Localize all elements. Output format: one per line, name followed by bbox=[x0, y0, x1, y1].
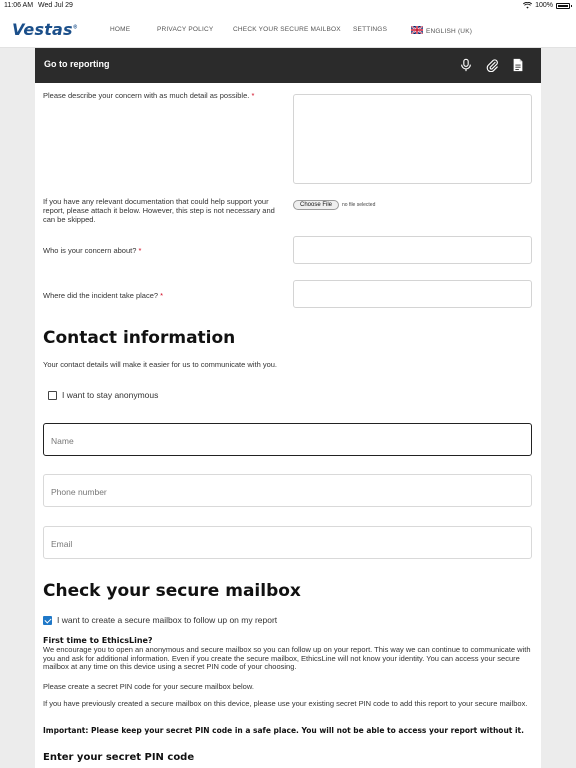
email-input[interactable]: Email bbox=[43, 526, 532, 559]
nav-check-secure-mailbox[interactable]: CHECK YOUR SECURE MAILBOX bbox=[233, 26, 341, 33]
battery-percent: 100% bbox=[535, 2, 553, 9]
first-time-text: We encourage you to open an anonymous an… bbox=[43, 645, 531, 671]
microphone-icon[interactable] bbox=[459, 58, 473, 72]
file-status: no file selected bbox=[342, 202, 376, 208]
top-navigation: Vestas® HOME PRIVACY POLICY CHECK YOUR S… bbox=[0, 14, 576, 48]
choose-file-button[interactable]: Choose File bbox=[293, 200, 340, 210]
status-time: 11:06 AM bbox=[4, 2, 34, 9]
paperclip-icon[interactable] bbox=[485, 58, 499, 72]
contact-information-heading: Contact information bbox=[43, 328, 236, 348]
important-notice: Important: Please keep your secret PIN c… bbox=[43, 726, 524, 735]
nav-privacy-policy[interactable]: PRIVACY POLICY bbox=[157, 26, 213, 33]
vestas-logo[interactable]: Vestas® bbox=[12, 20, 78, 39]
create-mailbox-label[interactable]: I want to create a secure mailbox to fol… bbox=[57, 616, 277, 625]
language-label: ENGLISH (UK) bbox=[426, 28, 473, 35]
create-mailbox-checkbox[interactable] bbox=[43, 616, 52, 625]
report-form-card: Go to reporting Please describe your con… bbox=[35, 48, 541, 768]
status-right: 100% bbox=[523, 2, 572, 9]
describe-concern-label: Please describe your concern with as muc… bbox=[43, 91, 255, 100]
secure-mailbox-heading: Check your secure mailbox bbox=[43, 581, 301, 601]
name-input[interactable]: Name bbox=[43, 423, 532, 456]
where-incident-label: Where did the incident take place? * bbox=[43, 291, 164, 300]
who-concern-label: Who is your concern about? * bbox=[43, 246, 142, 255]
uk-flag-icon bbox=[411, 26, 423, 34]
nav-home[interactable]: HOME bbox=[110, 26, 130, 33]
pin-code-heading: Enter your secret PIN code bbox=[43, 752, 195, 763]
status-date: Wed Jul 29 bbox=[38, 2, 73, 9]
phone-number-input[interactable]: Phone number bbox=[43, 474, 532, 507]
stay-anonymous-label[interactable]: I want to stay anonymous bbox=[62, 391, 158, 400]
status-bar: 11:06 AM Wed Jul 29 100% bbox=[0, 0, 576, 14]
where-incident-input[interactable] bbox=[293, 280, 532, 308]
who-concern-input[interactable] bbox=[293, 236, 532, 264]
language-selector[interactable]: ENGLISH (UK) bbox=[411, 26, 472, 35]
nav-settings[interactable]: SETTINGS bbox=[353, 26, 387, 33]
go-to-reporting[interactable]: Go to reporting bbox=[44, 59, 110, 69]
document-icon[interactable] bbox=[511, 58, 525, 72]
stay-anonymous-checkbox[interactable] bbox=[48, 391, 57, 400]
documentation-label: If you have any relevant documentation t… bbox=[43, 197, 275, 224]
contact-intro: Your contact details will make it easier… bbox=[43, 360, 277, 369]
describe-concern-textarea[interactable] bbox=[293, 94, 532, 184]
battery-icon bbox=[556, 2, 572, 9]
card-header: Go to reporting bbox=[35, 48, 541, 83]
existing-mailbox-text: If you have previously created a secure … bbox=[43, 699, 528, 708]
wifi-icon bbox=[523, 2, 533, 9]
create-pin-text: Please create a secret PIN code for your… bbox=[43, 682, 254, 691]
